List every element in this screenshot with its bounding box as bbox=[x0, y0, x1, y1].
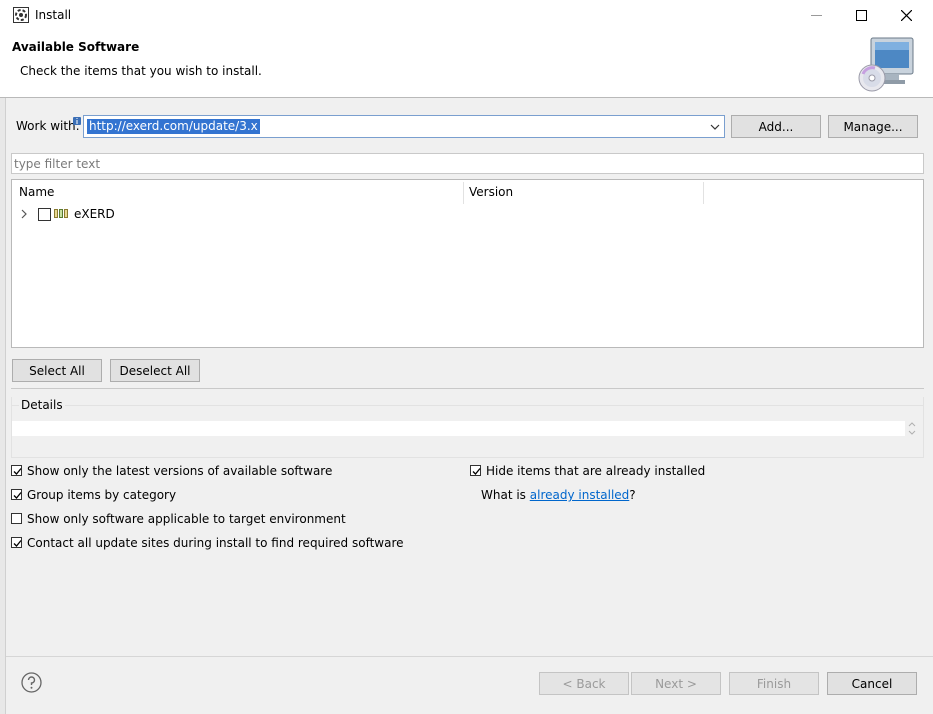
cancel-button[interactable]: Cancel bbox=[827, 672, 917, 695]
category-icon bbox=[54, 209, 68, 218]
checkmark-icon bbox=[13, 468, 22, 475]
column-separator bbox=[463, 182, 464, 204]
deselect-all-button[interactable]: Deselect All bbox=[110, 359, 200, 382]
contact-all-label: Contact all update sites during install … bbox=[27, 536, 404, 550]
close-button[interactable] bbox=[883, 0, 929, 31]
details-scrollbar[interactable] bbox=[906, 421, 918, 436]
group-border bbox=[59, 405, 924, 406]
latest-versions-label: Show only the latest versions of availab… bbox=[27, 464, 333, 478]
applicable-only-checkbox[interactable] bbox=[11, 513, 22, 524]
next-button[interactable]: Next > bbox=[631, 672, 721, 695]
help-button[interactable] bbox=[21, 672, 42, 693]
details-label: Details bbox=[19, 398, 65, 412]
select-all-button[interactable]: Select All bbox=[12, 359, 102, 382]
hide-installed-label: Hide items that are already installed bbox=[486, 464, 706, 478]
work-with-value: http://exerd.com/update/3.x bbox=[87, 119, 260, 134]
checkmark-icon bbox=[13, 540, 22, 547]
hide-installed-checkbox[interactable] bbox=[470, 465, 481, 476]
page-title: Available Software bbox=[12, 40, 140, 54]
column-separator bbox=[703, 182, 704, 204]
latest-versions-checkbox[interactable] bbox=[11, 465, 22, 476]
column-header-version[interactable]: Version bbox=[469, 185, 513, 199]
left-window-frame bbox=[0, 31, 6, 714]
row-name: eXERD bbox=[74, 207, 115, 221]
window-title: Install bbox=[35, 8, 72, 22]
applicable-only-label: Show only software applicable to target … bbox=[27, 512, 346, 526]
what-is-suffix: ? bbox=[629, 488, 636, 502]
maximize-button[interactable] bbox=[838, 0, 884, 31]
column-header-name[interactable]: Name bbox=[19, 185, 54, 199]
group-by-category-label: Group items by category bbox=[27, 488, 177, 502]
row-checkbox[interactable] bbox=[38, 208, 51, 221]
already-installed-link[interactable]: already installed bbox=[530, 488, 630, 502]
maximize-icon bbox=[855, 10, 867, 21]
minimize-button[interactable] bbox=[793, 0, 839, 31]
work-with-label: Work with: bbox=[16, 119, 80, 133]
add-button[interactable]: Add... bbox=[731, 115, 821, 138]
footer-separator bbox=[6, 656, 933, 657]
details-text-area[interactable] bbox=[12, 421, 905, 436]
what-is-installed-text: What is already installed? bbox=[481, 488, 636, 502]
separator bbox=[11, 388, 924, 389]
minimize-icon bbox=[810, 14, 822, 16]
info-decoration-icon bbox=[73, 114, 81, 125]
wizard-header: Available Software Check the items that … bbox=[0, 31, 933, 98]
back-button[interactable]: < Back bbox=[539, 672, 629, 695]
help-icon bbox=[21, 672, 42, 693]
title-bar: Install bbox=[0, 0, 933, 31]
install-computer-icon bbox=[855, 34, 917, 94]
group-border bbox=[11, 405, 19, 406]
chevron-right-icon[interactable] bbox=[20, 209, 28, 219]
chevron-down-icon bbox=[710, 124, 720, 130]
checkmark-icon bbox=[13, 492, 22, 499]
work-with-combo[interactable]: http://exerd.com/update/3.x bbox=[83, 115, 725, 138]
group-by-category-checkbox[interactable] bbox=[11, 489, 22, 500]
eclipse-app-icon bbox=[13, 7, 30, 23]
software-tree[interactable]: Name Version eXERD bbox=[11, 179, 924, 348]
checkmark-icon bbox=[472, 468, 481, 475]
filter-input[interactable] bbox=[11, 153, 924, 174]
page-description: Check the items that you wish to install… bbox=[20, 64, 262, 78]
manage-button[interactable]: Manage... bbox=[828, 115, 918, 138]
what-is-prefix: What is bbox=[481, 488, 530, 502]
finish-button[interactable]: Finish bbox=[729, 672, 819, 695]
close-icon bbox=[900, 10, 912, 21]
contact-all-checkbox[interactable] bbox=[11, 537, 22, 548]
